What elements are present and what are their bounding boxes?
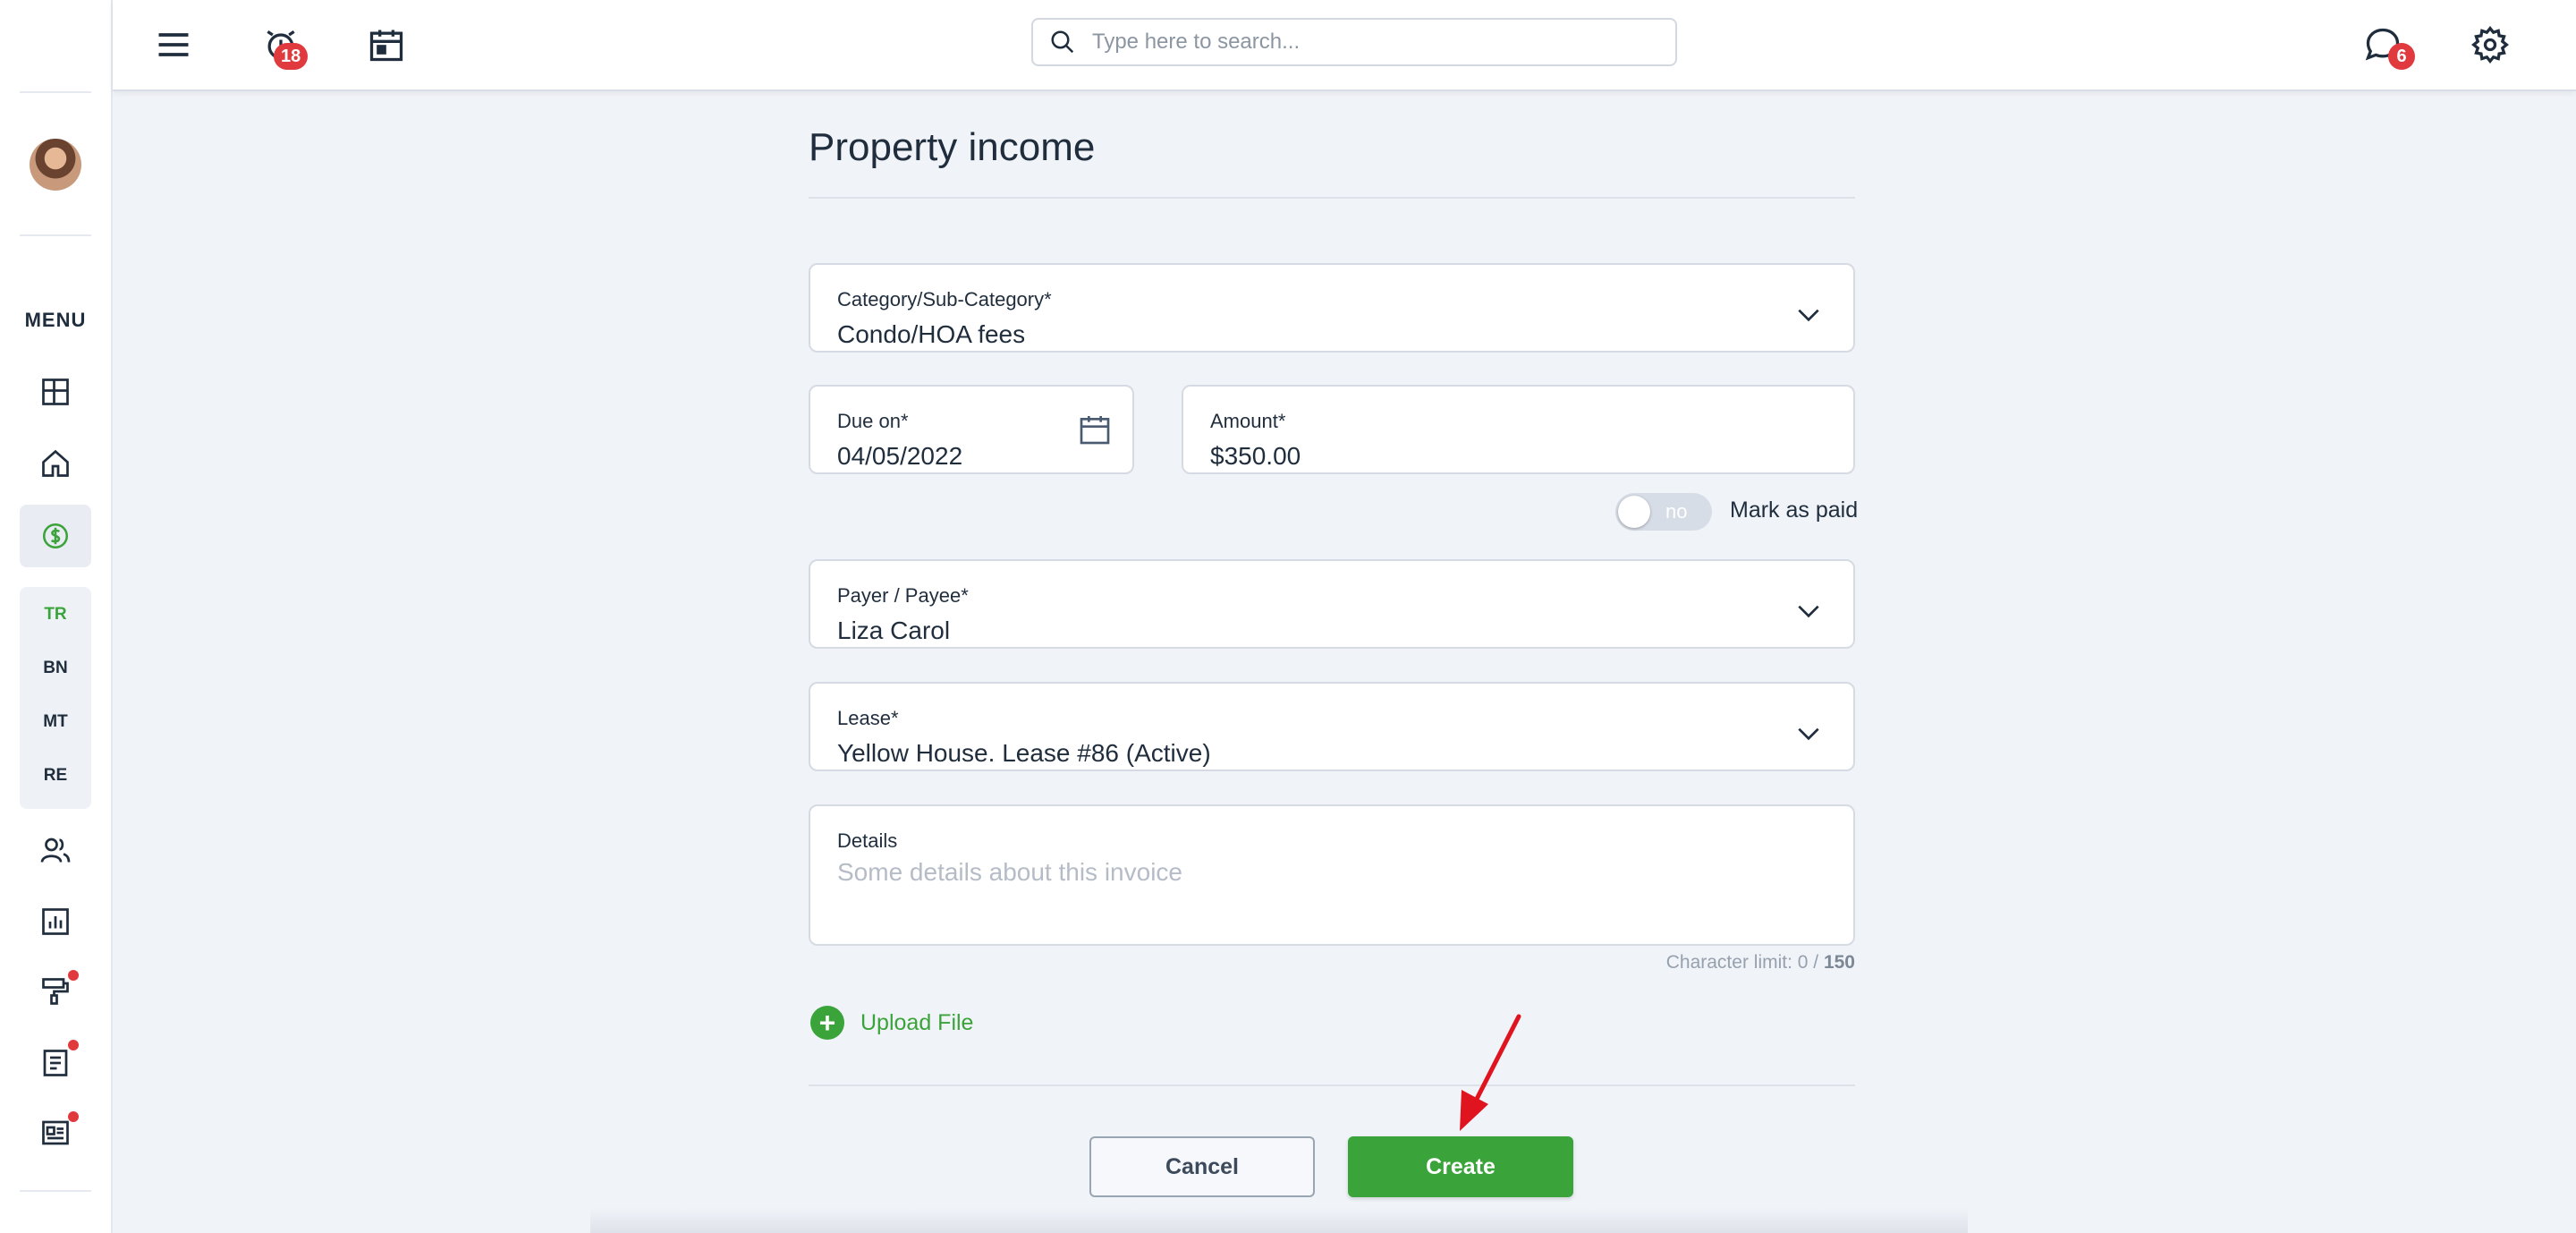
footer-divider: [809, 1084, 1855, 1086]
amount-value: $350.00: [1210, 442, 1301, 470]
toggle-state-text: no: [1665, 500, 1688, 523]
due-date-label: Due on*: [837, 410, 909, 432]
payer-select[interactable]: Payer / Payee* Liza Carol: [809, 559, 1855, 649]
bottom-shadow: [590, 1208, 1968, 1233]
details-textarea[interactable]: Details Some details about this invoice: [809, 804, 1855, 946]
page-title: Property income: [809, 125, 1096, 169]
menu-label: MENU: [24, 309, 87, 331]
home-icon[interactable]: [34, 442, 77, 485]
gear-icon[interactable]: [2465, 20, 2515, 70]
toggle-knob: [1618, 496, 1650, 528]
category-value: Condo/HOA fees: [837, 320, 1026, 348]
mark-as-paid-toggle[interactable]: no: [1615, 493, 1712, 531]
sidebar-divider: [20, 1190, 91, 1192]
plus-circle-icon: +: [810, 1006, 844, 1040]
due-date-value: 04/05/2022: [837, 442, 963, 470]
sidebar-divider: [20, 91, 91, 93]
mark-as-paid-label: Mark as paid: [1730, 497, 1859, 523]
calendar-icon[interactable]: [1077, 412, 1113, 447]
calendar-icon[interactable]: [361, 20, 411, 70]
sidebar-divider: [20, 234, 91, 236]
dollar-icon: [42, 523, 69, 549]
character-limit: Character limit: 0 / 150: [1666, 952, 1855, 974]
chart-icon[interactable]: [34, 900, 77, 943]
chevron-down-icon: [1798, 727, 1819, 741]
upload-file-button[interactable]: + Upload File: [810, 1006, 973, 1040]
create-button[interactable]: Create: [1348, 1136, 1573, 1197]
details-placeholder: Some details about this invoice: [837, 858, 1182, 886]
red-arrow-annotation: [1460, 1014, 1521, 1131]
sidebar-subitem-re[interactable]: RE: [20, 766, 91, 786]
upload-file-label: Upload File: [860, 1009, 974, 1035]
sidebar-item-transactions[interactable]: [20, 505, 91, 567]
notification-dot: [68, 1111, 79, 1122]
notification-dot: [68, 970, 79, 981]
payer-label: Payer / Payee*: [837, 584, 969, 607]
top-bar: 18 6: [113, 0, 2576, 91]
due-date-field[interactable]: Due on* 04/05/2022: [809, 385, 1134, 474]
notifications-badge: 18: [274, 43, 309, 70]
category-label: Category/Sub-Category*: [837, 288, 1052, 310]
sidebar-submenu: TR BN MT RE: [20, 587, 91, 809]
amount-field[interactable]: Amount* $350.00: [1182, 385, 1855, 474]
chevron-down-icon: [1798, 605, 1819, 618]
title-divider: [809, 197, 1855, 199]
chevron-down-icon: [1798, 309, 1819, 322]
users-icon[interactable]: [34, 829, 77, 872]
search-input[interactable]: [1092, 30, 1647, 55]
details-label: Details: [837, 829, 898, 852]
lease-value: Yellow House. Lease #86 (Active): [837, 739, 1211, 767]
dashboard-icon[interactable]: [34, 370, 77, 413]
amount-label: Amount*: [1210, 410, 1286, 432]
search-icon: [1051, 30, 1074, 54]
character-limit-text: Character limit: 0 /: [1665, 952, 1824, 973]
messages-badge: 6: [2388, 43, 2415, 70]
avatar[interactable]: [30, 139, 81, 191]
lease-select[interactable]: Lease* Yellow House. Lease #86 (Active): [809, 682, 1855, 771]
notification-dot: [68, 1040, 79, 1050]
character-limit-max: 150: [1823, 952, 1855, 973]
sidebar: MENU TR BN MT RE: [0, 0, 113, 1233]
sidebar-subitem-mt[interactable]: MT: [20, 712, 91, 732]
category-select[interactable]: Category/Sub-Category* Condo/HOA fees: [809, 263, 1855, 353]
sidebar-subitem-bn[interactable]: BN: [20, 659, 91, 678]
search-box[interactable]: [1031, 18, 1677, 66]
cancel-button[interactable]: Cancel: [1089, 1136, 1315, 1197]
hamburger-menu-icon[interactable]: [148, 20, 199, 70]
lease-label: Lease*: [837, 707, 899, 729]
payer-value: Liza Carol: [837, 616, 951, 644]
sidebar-subitem-tr[interactable]: TR: [20, 605, 91, 625]
